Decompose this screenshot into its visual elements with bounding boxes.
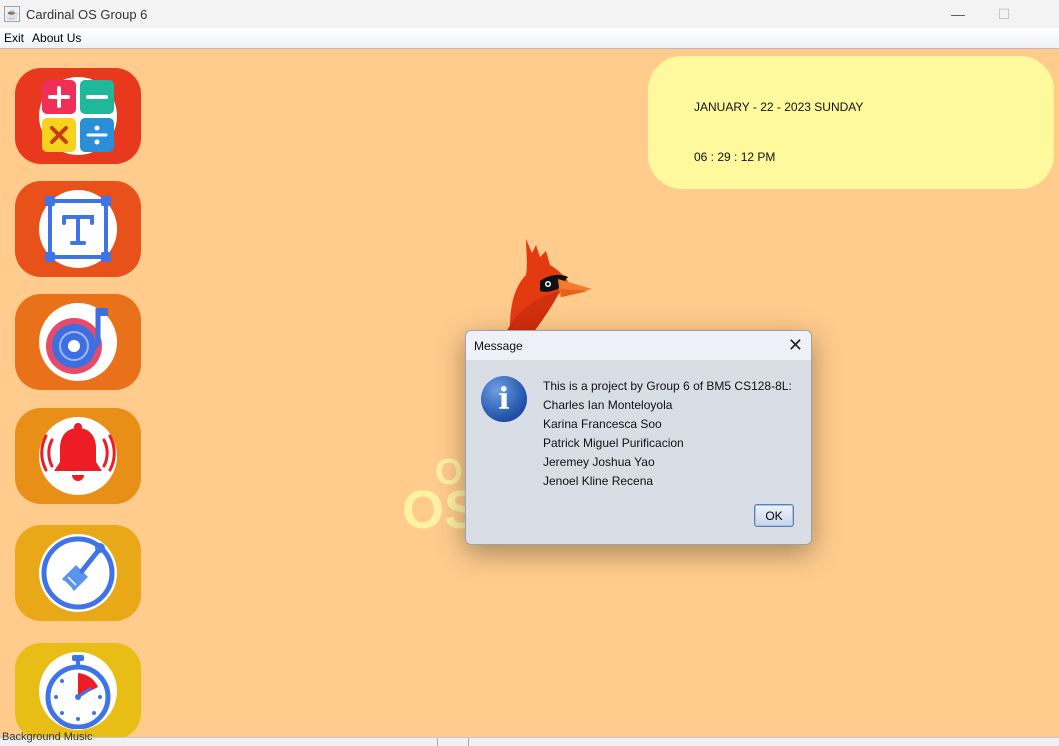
title-bar: ☕ Cardinal OS Group 6 — ☐ <box>0 0 1059 28</box>
ok-button[interactable]: OK <box>754 504 794 527</box>
menu-bar: Exit About Us <box>0 28 1059 49</box>
message-line: Patrick Miguel Purificacion <box>543 436 684 450</box>
stopwatch-icon <box>39 652 117 730</box>
cardinal-bird-logo <box>504 239 592 337</box>
dialog-title-bar: Message ✕ <box>466 331 811 360</box>
info-icon: i <box>481 376 527 422</box>
minimize-button[interactable]: — <box>935 0 981 28</box>
alarm-app-button[interactable] <box>15 408 141 504</box>
dialog-title: Message <box>474 338 523 353</box>
stopwatch-app-button[interactable] <box>15 643 141 737</box>
dialog-message: This is a project by Group 6 of BM5 CS12… <box>543 377 792 491</box>
message-line: Jenoel Kline Recena <box>543 474 654 488</box>
window-title: Cardinal OS Group 6 <box>26 6 148 22</box>
paint-brush-icon <box>39 534 117 612</box>
text-editor-icon <box>39 190 117 268</box>
time-label: 06 : 29 : 12 PM <box>694 150 776 164</box>
message-line: Jeremey Joshua Yao <box>543 455 655 469</box>
calculator-app-button[interactable] <box>15 68 141 164</box>
alarm-bell-icon <box>39 417 117 495</box>
status-text: Background Music <box>2 731 93 743</box>
paint-app-button[interactable] <box>15 525 141 621</box>
calculator-icon <box>39 77 117 155</box>
message-line: Karina Francesca Soo <box>543 417 662 431</box>
menu-about-us[interactable]: About Us <box>28 31 85 45</box>
clock-panel: JANUARY - 22 - 2023 SUNDAY 06 : 29 : 12 … <box>648 56 1054 189</box>
menu-exit[interactable]: Exit <box>0 31 28 45</box>
text-editor-app-button[interactable] <box>15 181 141 277</box>
message-line: This is a project by Group 6 of BM5 CS12… <box>543 379 792 393</box>
message-line: Charles Ian Monteloyola <box>543 398 673 412</box>
maximize-button[interactable]: ☐ <box>981 0 1027 28</box>
close-icon[interactable]: ✕ <box>788 335 803 355</box>
message-dialog: Message ✕ i This is a project by Group 6… <box>465 330 812 545</box>
music-player-icon <box>39 303 117 381</box>
music-player-app-button[interactable] <box>15 294 141 390</box>
java-app-icon: ☕ <box>4 6 20 22</box>
date-label: JANUARY - 22 - 2023 SUNDAY <box>694 100 864 114</box>
